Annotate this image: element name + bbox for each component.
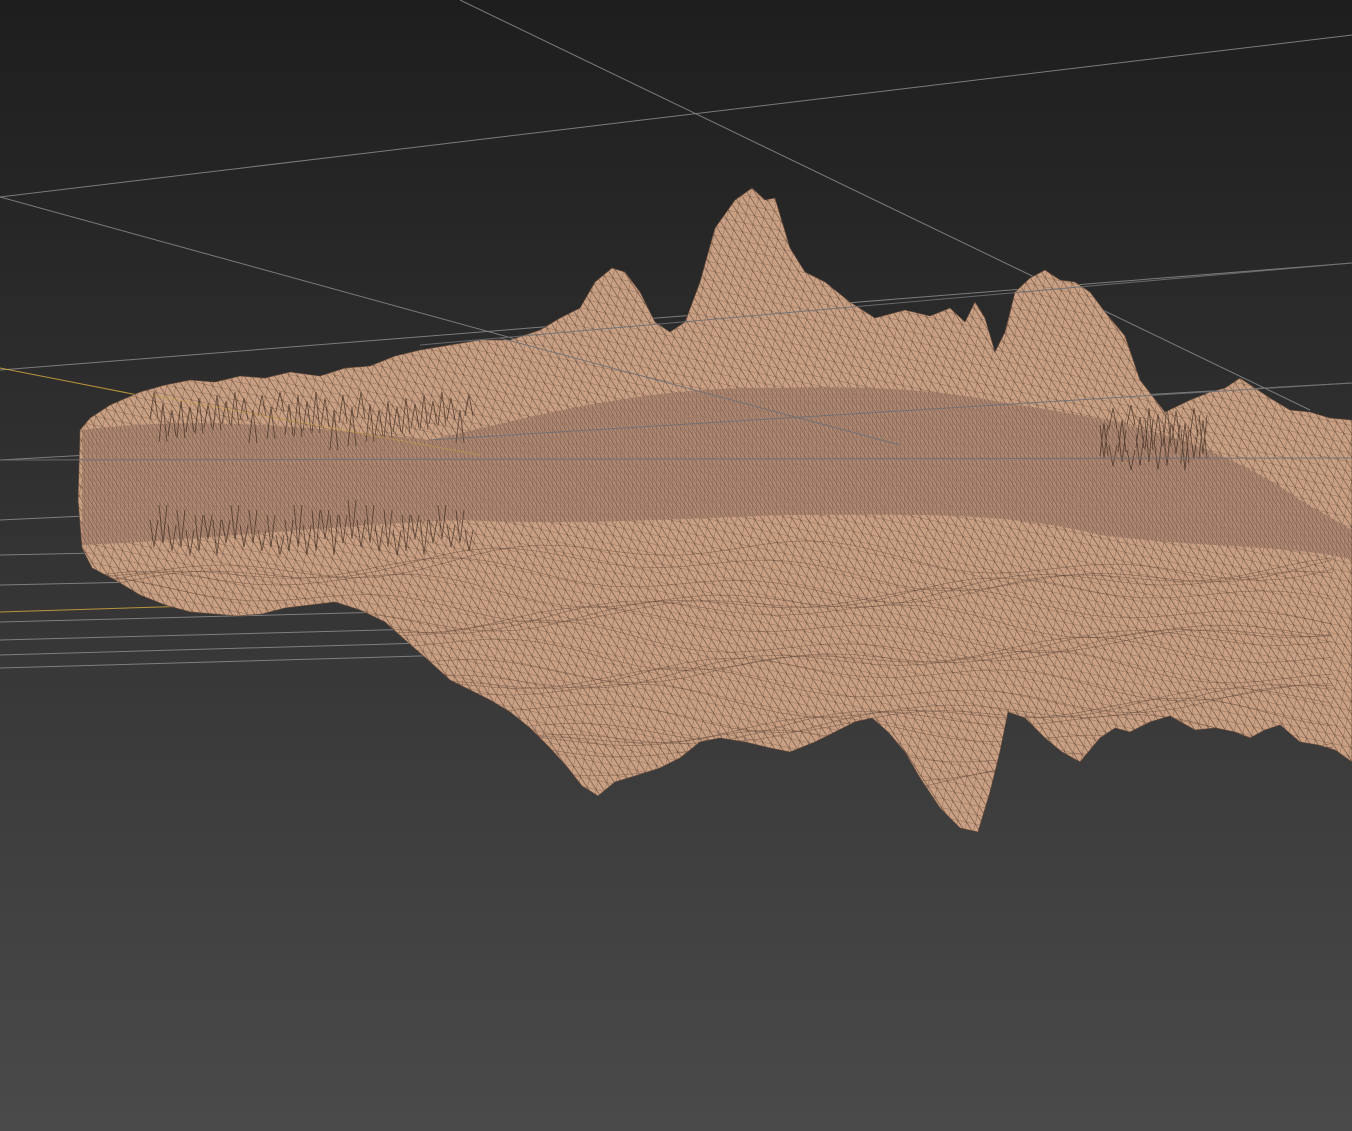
viewport-canvas[interactable] [0, 0, 1352, 1131]
3d-viewport[interactable] [0, 0, 1352, 1131]
